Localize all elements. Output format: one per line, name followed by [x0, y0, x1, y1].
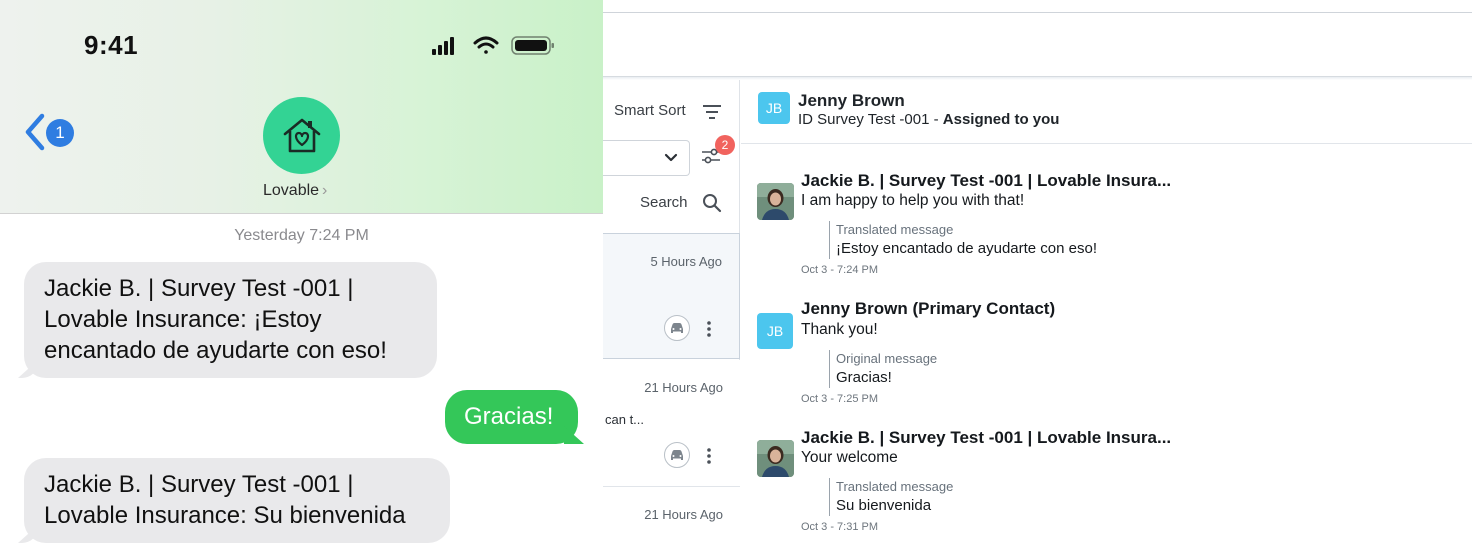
quote-text: Gracias! — [836, 369, 892, 386]
bubble-line: Jackie B. | Survey Test -001 | — [44, 471, 354, 498]
agent-avatar — [757, 440, 794, 477]
car-icon[interactable] — [664, 442, 690, 468]
timestamp-time: 7:24 PM — [309, 227, 369, 244]
quote-label: Original message — [836, 351, 938, 366]
contact-avatar[interactable] — [263, 97, 340, 174]
contact-avatar: JB — [758, 92, 790, 124]
contact-avatar: JB — [757, 313, 793, 349]
timestamp-day: Yesterday — [234, 227, 305, 244]
message-sender: Jenny Brown (Primary Contact) — [801, 299, 1056, 318]
sort-lines-icon[interactable] — [702, 103, 722, 121]
assignment-status: Assigned to you — [942, 111, 1060, 128]
bubble-line: Gracias! — [464, 403, 554, 430]
contact-name: Jenny Brown — [798, 91, 905, 110]
quote-label: Translated message — [836, 479, 954, 494]
bubble-line: encantado de ayudarte con eso! — [44, 337, 387, 364]
quote-text: ¡Estoy encantado de ayudarte con eso! — [836, 240, 1098, 257]
wifi-icon — [473, 36, 499, 54]
contact-name-text: Lovable — [263, 182, 320, 199]
message-date: Oct 3 - 7:31 PM — [801, 521, 879, 533]
conversation-time: 21 Hours Ago — [644, 507, 723, 522]
battery-icon — [511, 36, 554, 55]
incoming-message-bubble[interactable]: Jackie B. | Survey Test -001 | Lovable I… — [24, 262, 437, 378]
signal-icon — [432, 37, 454, 55]
app-top-bar — [603, 13, 1472, 77]
message-text: Your welcome — [801, 449, 898, 466]
conversation-subtitle: ID Survey Test -001 - Assigned to you — [798, 111, 1059, 128]
unread-badge[interactable]: 1 — [46, 119, 74, 147]
status-icons — [432, 36, 554, 55]
translated-message-quote: Translated message ¡Estoy encantado de a… — [829, 221, 1097, 259]
message-text: Thank you! — [801, 321, 878, 338]
quote-text: Su bienvenida — [836, 497, 932, 514]
contact-name[interactable]: Lovable › — [263, 182, 327, 200]
contact-chevron-icon: › — [322, 182, 328, 199]
original-message-quote: Original message Gracias! — [829, 350, 937, 388]
message-text: I am happy to help you with that! — [801, 192, 1025, 209]
conversation-time: 5 Hours Ago — [650, 254, 722, 269]
outgoing-message-bubble[interactable]: Gracias! — [445, 390, 578, 444]
house-heart-icon — [283, 118, 320, 152]
status-time: 9:41 — [84, 30, 139, 60]
message-sender: Jackie B. | Survey Test -001 | Lovable I… — [801, 428, 1172, 447]
conversation-list-item[interactable]: 21 Hours Ago can t... — [603, 360, 740, 486]
car-icon[interactable] — [664, 315, 690, 341]
message-sender: Jackie B. | Survey Test -001 | Lovable I… — [801, 171, 1172, 190]
agent-avatar — [757, 183, 794, 220]
chevron-down-icon[interactable] — [663, 150, 679, 166]
filter-count-badge: 2 — [715, 135, 735, 155]
conversation-list-item[interactable]: 5 Hours Ago — [603, 233, 740, 359]
conversation-snippet: can t... — [605, 412, 645, 427]
phone-screen: 9:41 1 Lovable › Yesterday 7:24 PM Jacki… — [0, 0, 603, 550]
smart-sort-label[interactable]: Smart Sort — [614, 102, 686, 119]
search-label[interactable]: Search — [640, 194, 688, 211]
search-icon[interactable] — [702, 193, 722, 213]
conversation-list-item[interactable]: 21 Hours Ago — [603, 487, 740, 550]
message-timestamp: Yesterday 7:24 PM — [0, 227, 603, 245]
message-date: Oct 3 - 7:24 PM — [801, 264, 879, 276]
bubble-line: Jackie B. | Survey Test -001 | — [44, 275, 354, 302]
conversation-time: 21 Hours Ago — [644, 380, 723, 395]
bubble-line: Lovable Insurance: ¡Estoy — [44, 306, 322, 333]
more-options-icon[interactable] — [706, 320, 712, 338]
incoming-message-bubble[interactable]: Jackie B. | Survey Test -001 | Lovable I… — [24, 458, 450, 543]
quote-label: Translated message — [836, 222, 954, 237]
translated-message-quote: Translated message Su bienvenida — [829, 478, 953, 516]
bubble-line: Lovable Insurance: Su bienvenida — [44, 502, 406, 529]
message-date: Oct 3 - 7:25 PM — [801, 393, 879, 405]
more-options-icon[interactable] — [706, 447, 712, 465]
subtitle-prefix: ID Survey Test -001 - — [798, 111, 943, 128]
